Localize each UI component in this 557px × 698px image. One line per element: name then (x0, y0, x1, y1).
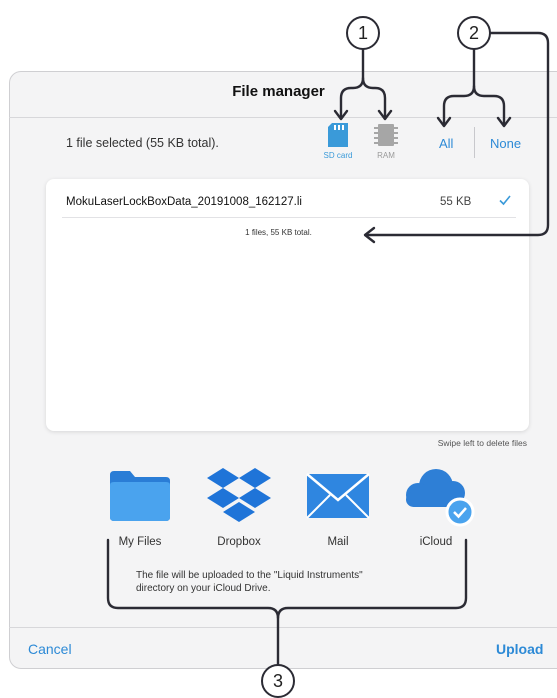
callout-2: 2 (457, 16, 491, 50)
callout-1: 1 (346, 16, 380, 50)
callout-3: 3 (261, 664, 295, 698)
annotation-lines (106, 31, 550, 667)
